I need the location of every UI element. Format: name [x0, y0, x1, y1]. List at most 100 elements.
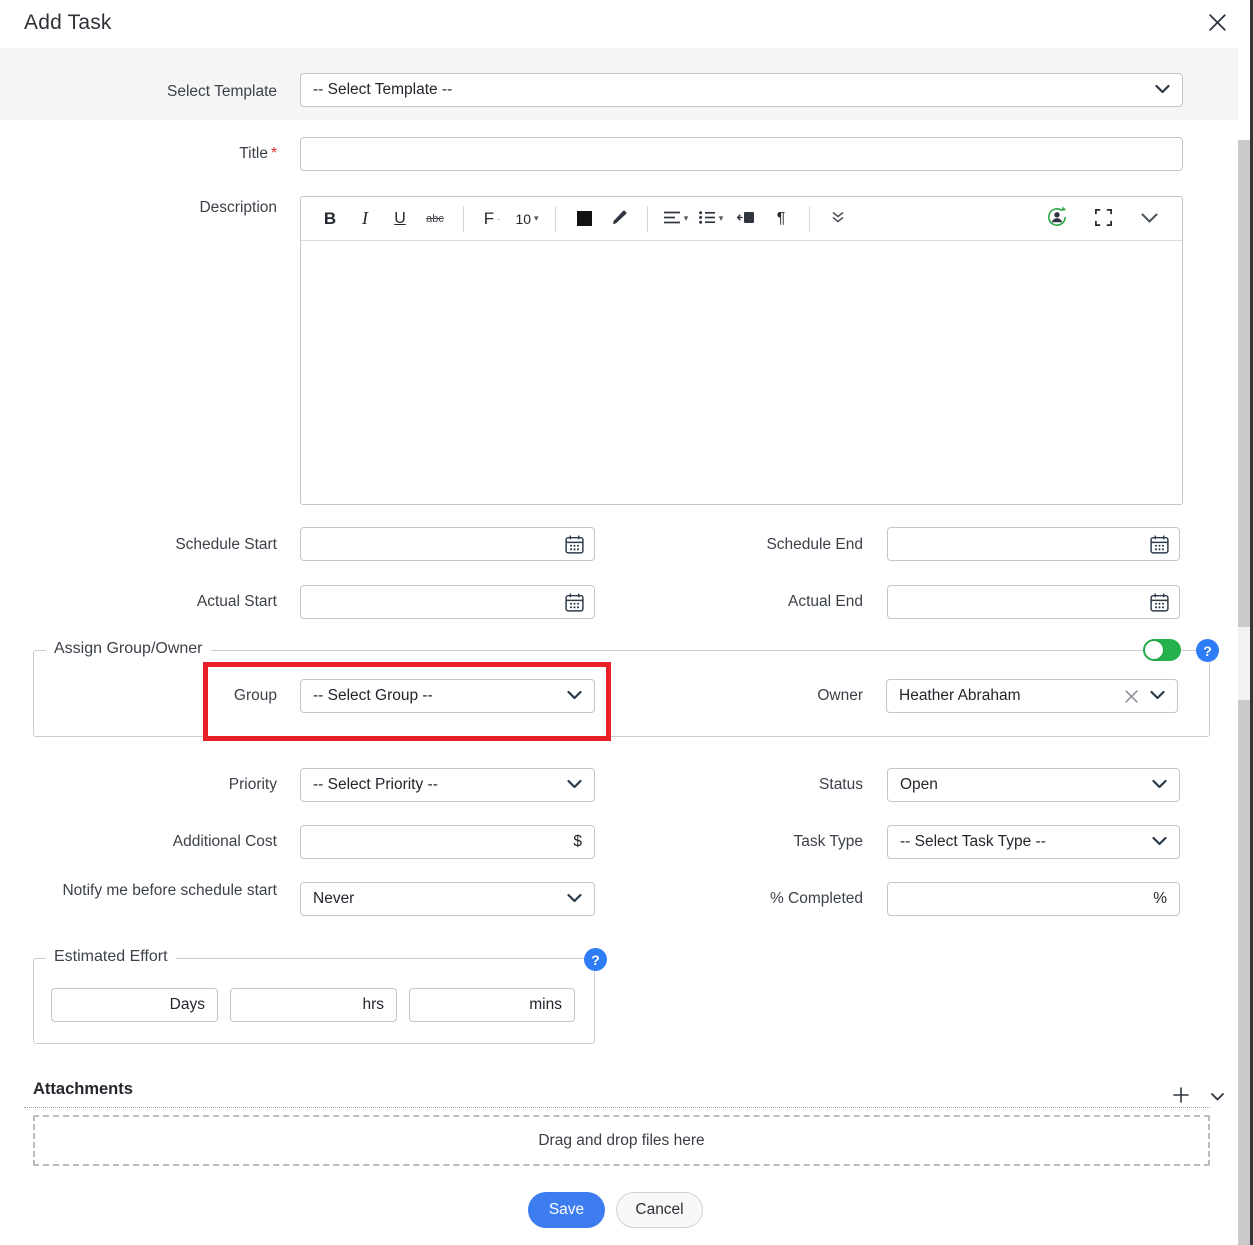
person-sync-icon: [1045, 205, 1069, 232]
assign-toggle[interactable]: [1143, 639, 1181, 661]
owner-dropdown[interactable]: Heather Abraham: [886, 679, 1178, 713]
percent-suffix: %: [1153, 890, 1167, 908]
toggle-knob: [1145, 641, 1163, 659]
align-button[interactable]: ▾: [663, 205, 689, 233]
days-suffix: Days: [170, 996, 205, 1014]
attachments-heading: Attachments: [33, 1080, 133, 1099]
group-label: Group: [0, 685, 277, 706]
plus-icon: [1173, 1087, 1189, 1106]
chevron-down-icon: [1152, 776, 1167, 794]
effort-minutes-input[interactable]: mins: [409, 988, 575, 1022]
close-button[interactable]: [1203, 10, 1231, 38]
title-label: Title*: [0, 143, 277, 164]
additional-cost-input[interactable]: $: [300, 825, 595, 859]
indent-button[interactable]: [733, 205, 759, 233]
toolbar-divider: [555, 206, 556, 232]
chevron-down-icon: [1141, 211, 1158, 226]
bold-button[interactable]: B: [317, 205, 343, 233]
priority-value: -- Select Priority --: [313, 776, 567, 794]
select-template-label: Select Template: [0, 81, 277, 102]
fullscreen-button[interactable]: [1090, 205, 1116, 233]
caret-down-icon: ▾: [719, 213, 724, 224]
calendar-icon[interactable]: [1149, 534, 1170, 560]
font-color-button[interactable]: [571, 205, 597, 233]
scrollbar-thumb[interactable]: [1238, 140, 1250, 627]
completed-input[interactable]: %: [887, 882, 1180, 916]
estimated-effort-legend: Estimated Effort: [46, 948, 176, 966]
list-button[interactable]: ▾: [698, 205, 724, 233]
owner-value: Heather Abraham: [899, 687, 1125, 705]
additional-cost-label: Additional Cost: [0, 831, 277, 852]
effort-help-icon[interactable]: ?: [584, 948, 607, 971]
scrollbar-thumb[interactable]: [1238, 700, 1250, 1245]
chevron-down-icon: [567, 890, 582, 908]
actual-start-label: Actual Start: [0, 591, 277, 612]
description-textarea[interactable]: [301, 241, 1182, 504]
chevron-down-icon: [567, 687, 582, 705]
close-icon: [1207, 12, 1228, 36]
clear-icon[interactable]: [1125, 690, 1138, 703]
strikethrough-button[interactable]: abc: [422, 205, 448, 233]
priority-dropdown[interactable]: -- Select Priority --: [300, 768, 595, 802]
assign-group-owner-legend: Assign Group/Owner: [46, 640, 211, 658]
calendar-icon[interactable]: [1149, 592, 1170, 618]
description-editor[interactable]: B I U abc F· 10▾ ▾: [300, 196, 1183, 505]
font-family-glyph: F: [484, 209, 494, 229]
assign-help-icon[interactable]: ?: [1196, 639, 1219, 662]
toolbar-divider: [809, 206, 810, 232]
align-icon: [664, 211, 681, 227]
font-size-value: 10: [515, 211, 531, 227]
underline-button[interactable]: U: [387, 205, 413, 233]
caret-down-icon: ▾: [684, 213, 689, 224]
font-family-dot: ·: [497, 214, 500, 224]
caret-down-icon: ▾: [534, 213, 539, 224]
actual-start-input[interactable]: [300, 585, 595, 619]
insert-requester-button[interactable]: [1044, 205, 1070, 233]
bullet-list-icon: [699, 211, 716, 227]
scrollbar-track[interactable]: [1238, 627, 1250, 700]
group-dropdown[interactable]: -- Select Group --: [300, 679, 595, 713]
group-value: -- Select Group --: [313, 687, 567, 705]
editor-toolbar: B I U abc F· 10▾ ▾: [301, 197, 1182, 241]
status-dropdown[interactable]: Open: [887, 768, 1180, 802]
chevron-down-icon: [1150, 687, 1165, 705]
font-size-button[interactable]: 10▾: [514, 205, 540, 233]
calendar-icon[interactable]: [564, 592, 585, 618]
task-type-dropdown[interactable]: -- Select Task Type --: [887, 825, 1180, 859]
italic-button[interactable]: I: [352, 205, 378, 233]
add-task-dialog: Add Task Select Template -- Select Templ…: [0, 0, 1253, 1245]
status-label: Status: [600, 774, 863, 795]
actual-end-input[interactable]: [887, 585, 1180, 619]
chevron-down-icon: [1152, 833, 1167, 851]
select-template-value: -- Select Template --: [313, 81, 1155, 99]
paragraph-direction-button[interactable]: ¶: [768, 205, 794, 233]
dropzone-text: Drag and drop files here: [538, 1132, 704, 1150]
save-button[interactable]: Save: [528, 1192, 605, 1228]
priority-label: Priority: [0, 774, 277, 795]
title-label-text: Title: [239, 145, 268, 162]
collapse-toolbar-button[interactable]: [1136, 205, 1162, 233]
attachments-divider: [24, 1107, 1210, 1108]
file-dropzone[interactable]: Drag and drop files here: [33, 1115, 1210, 1166]
highlight-button[interactable]: [606, 205, 632, 233]
toolbar-divider: [463, 206, 464, 232]
owner-label: Owner: [600, 685, 863, 706]
notify-value: Never: [313, 890, 567, 908]
required-asterisk: *: [271, 145, 277, 162]
effort-hours-input[interactable]: hrs: [230, 988, 397, 1022]
cancel-button[interactable]: Cancel: [616, 1192, 703, 1228]
schedule-start-input[interactable]: [300, 527, 595, 561]
font-family-button[interactable]: F·: [479, 205, 505, 233]
select-template-dropdown[interactable]: -- Select Template --: [300, 73, 1183, 107]
notify-dropdown[interactable]: Never: [300, 882, 595, 916]
title-input[interactable]: [300, 137, 1183, 171]
schedule-end-input[interactable]: [887, 527, 1180, 561]
add-attachment-button[interactable]: [1168, 1082, 1194, 1110]
chevron-down-icon: [1155, 81, 1170, 99]
notify-label: Notify me before schedule start: [62, 880, 277, 901]
calendar-icon[interactable]: [564, 534, 585, 560]
schedule-end-label: Schedule End: [600, 534, 863, 555]
collapse-attachments-button[interactable]: [1204, 1082, 1230, 1110]
more-tools-button[interactable]: [825, 205, 851, 233]
effort-days-input[interactable]: Days: [51, 988, 218, 1022]
